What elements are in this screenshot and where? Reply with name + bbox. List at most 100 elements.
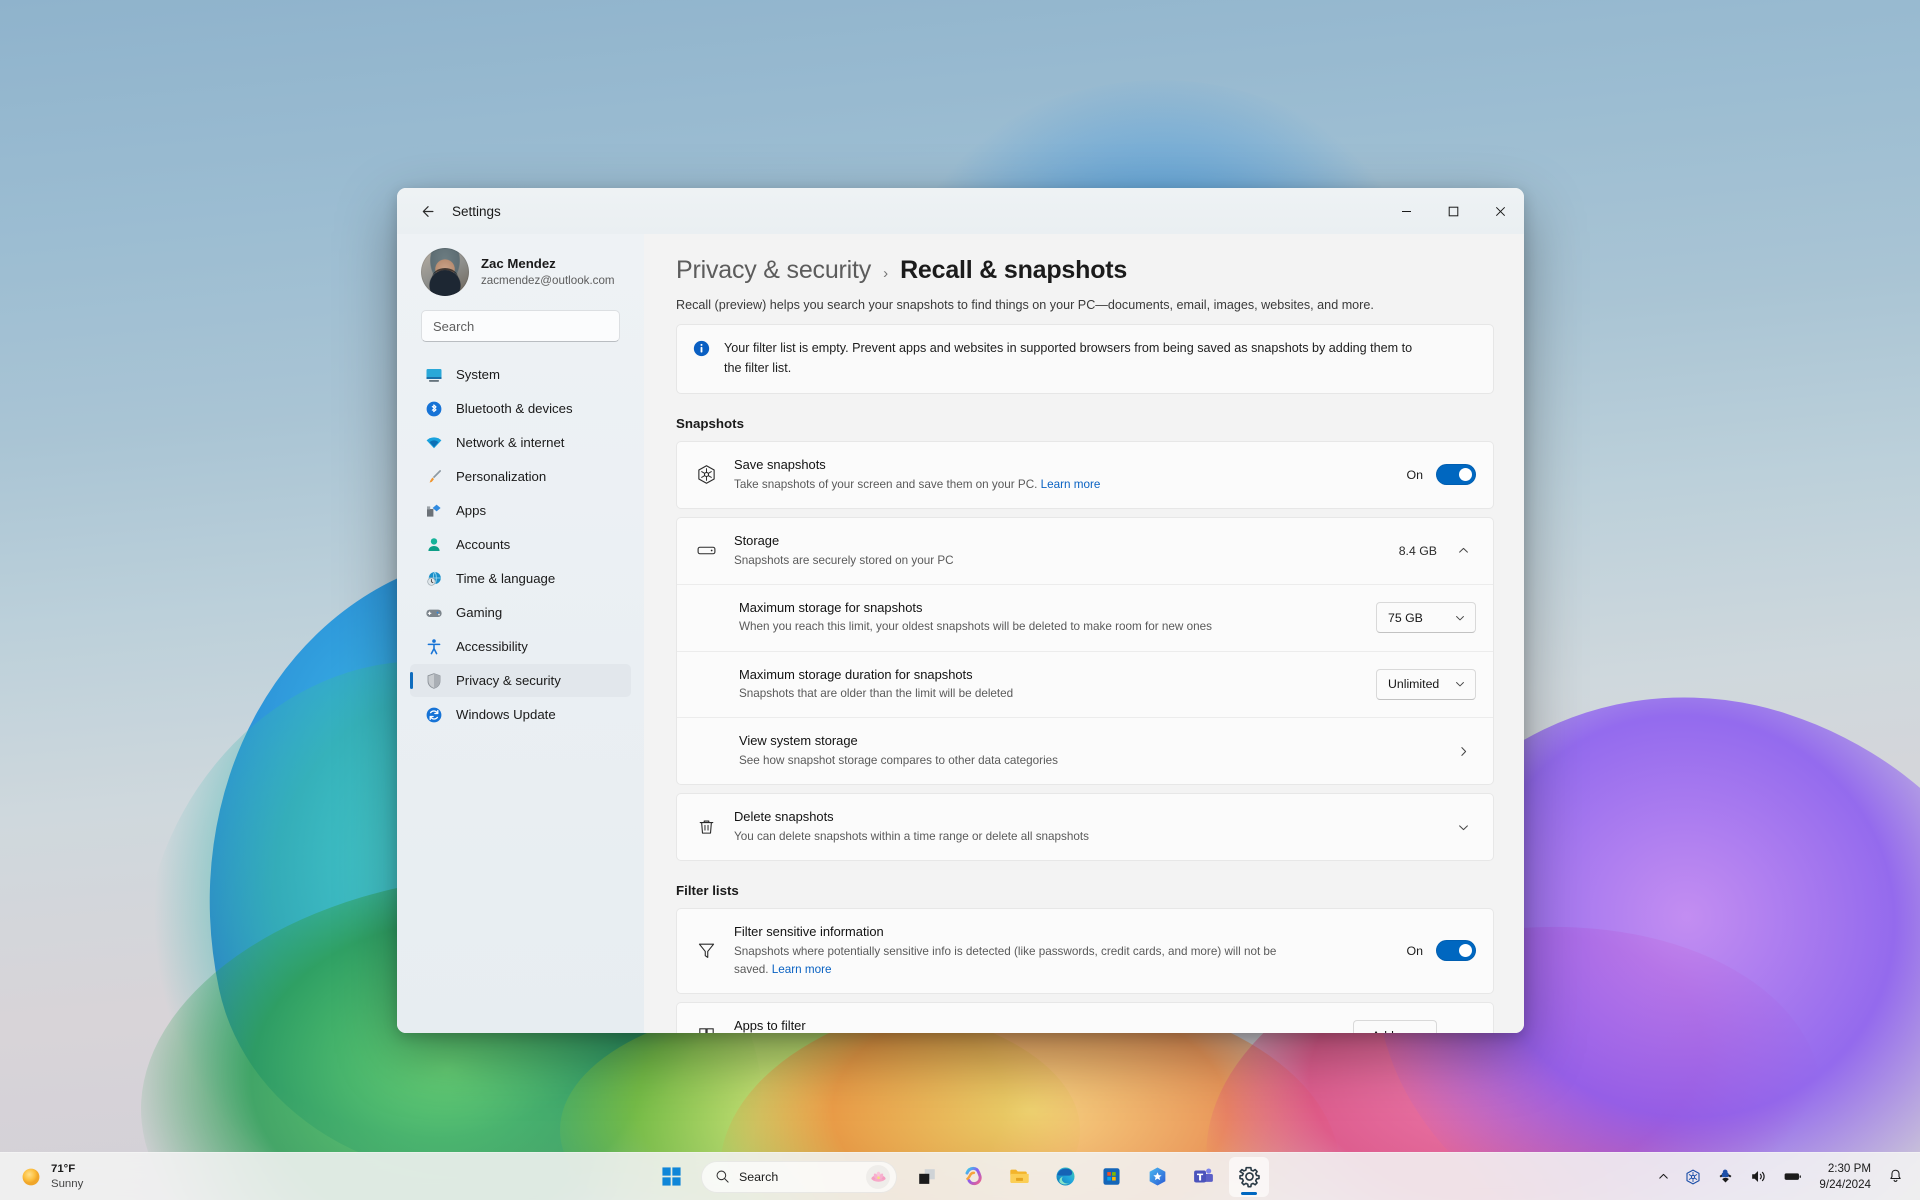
recall-button[interactable] [1137,1157,1177,1197]
save-snapshots-text: Save snapshots Take snapshots of your sc… [734,456,1390,494]
start-button[interactable] [651,1157,691,1197]
task-view-button[interactable] [907,1157,947,1197]
sidebar-item-label: Privacy & security [456,673,561,688]
apps-to-filter-card: Apps to filter Add or remove apps to fil… [676,1001,1494,1033]
apps-to-filter-row: Apps to filter Add or remove apps to fil… [677,1003,1493,1033]
network-tray-button[interactable] [1710,1159,1741,1195]
sidebar-item-gaming[interactable]: Gaming [410,596,631,629]
account-card[interactable]: Zac Mendez zacmendez@outlook.com [410,234,631,304]
lotus-flower-icon[interactable] [866,1164,890,1189]
breadcrumb-parent[interactable]: Privacy & security [676,256,871,285]
clock-time: 2:30 PM [1827,1162,1871,1176]
filter-sensitive-toggle-label: On [1406,943,1423,958]
page-title: Recall & snapshots [900,256,1128,284]
minimize-icon [1402,210,1411,212]
app-grid-icon [694,1025,718,1033]
sidebar-item-accessibility[interactable]: Accessibility [410,630,631,663]
max-storage-subtitle: When you reach this limit, your oldest s… [739,620,1212,634]
save-snapshots-row: Save snapshots Take snapshots of your sc… [677,442,1493,508]
sidebar-item-label: Bluetooth & devices [456,401,573,416]
recall-icon [1149,1167,1165,1186]
chevron-up-icon [1659,1173,1669,1179]
view-system-storage-row[interactable]: View system storage See how snapshot sto… [677,717,1493,784]
sidebar-item-windows-update[interactable]: Windows Update [410,698,631,731]
sidebar-item-bluetooth-devices[interactable]: Bluetooth & devices [410,392,631,425]
save-snapshots-controls: On [1406,464,1476,486]
clock[interactable]: 2:30 PM 9/24/2024 [1811,1159,1879,1195]
minimize-button[interactable] [1383,188,1430,234]
sun-icon [22,1168,40,1185]
content-area: Privacy & security › Recall & snapshots … [644,234,1524,1033]
speaker-icon [1752,1170,1766,1183]
max-duration-select[interactable]: Unlimited [1376,668,1476,700]
max-storage-selected-value: 75 GB [1388,610,1423,625]
back-button[interactable] [409,194,443,228]
sidebar-item-time-language[interactable]: Time & language [410,562,631,595]
add-app-button[interactable]: Add app [1352,1020,1437,1033]
max-duration-subtitle: Snapshots that are older than the limit … [739,687,1014,701]
save-snapshots-learn-more-link[interactable]: Learn more [1041,478,1101,491]
close-button[interactable] [1477,188,1524,234]
apps-to-filter-title: Apps to filter [734,1017,806,1033]
filter-sensitive-toggle[interactable] [1436,940,1476,962]
battery-tray-button[interactable] [1776,1159,1809,1195]
settings-window: Settings Zac Mendez zacmendez@outlook.co… [397,188,1524,1033]
window-controls [1383,188,1524,234]
sidebar-item-privacy-security[interactable]: Privacy & security [410,664,631,697]
sidebar-item-apps[interactable]: Apps [410,494,631,527]
chevron-right-icon[interactable] [1450,738,1476,764]
notification-button[interactable] [1881,1159,1910,1195]
settings-button[interactable] [1229,1156,1269,1197]
file-explorer-button[interactable] [999,1157,1039,1197]
shield-icon [424,671,443,690]
trash-icon [694,817,718,838]
search-box[interactable] [421,310,620,342]
weather-widget[interactable]: 71°F Sunny [4,1157,95,1197]
funnel-icon [694,940,718,961]
microsoft-store-button[interactable] [1091,1157,1131,1197]
maximize-button[interactable] [1430,188,1477,234]
chevron-down-icon[interactable] [1450,1023,1476,1033]
storage-row[interactable]: Storage Snapshots are securely stored on… [677,518,1493,584]
account-text: Zac Mendez zacmendez@outlook.com [481,255,615,288]
max-duration-selected-value: Unlimited [1388,677,1440,692]
teams-button[interactable] [1183,1157,1223,1197]
filter-sensitive-subtitle: Snapshots where potentially sensitive in… [734,943,1294,979]
gamepad-icon [424,603,443,622]
harddrive-icon [694,540,718,561]
chevron-down-icon [1456,682,1464,687]
back-arrow-icon [422,205,433,217]
task-view-icon [919,1168,935,1184]
edge-button[interactable] [1045,1157,1085,1197]
recall-tray-button[interactable] [1678,1159,1708,1195]
volume-tray-button[interactable] [1743,1159,1774,1195]
sidebar-item-accounts[interactable]: Accounts [410,528,631,561]
wifi-icon [424,433,443,452]
copilot-button[interactable] [953,1157,993,1197]
save-snapshots-subtitle-text: Take snapshots of your screen and save t… [734,477,1038,491]
wifi-tray-icon [1719,1169,1732,1183]
taskbar-center: Search [651,1156,1269,1197]
close-icon [1495,206,1506,216]
filter-sensitive-card: Filter sensitive information Snapshots w… [676,908,1494,994]
view-system-storage-title: View system storage [739,733,858,749]
search-input[interactable] [433,318,609,334]
max-storage-select[interactable]: 75 GB [1376,602,1476,634]
sidebar-item-personalization[interactable]: Personalization [410,460,631,493]
tray-expand-button[interactable] [1651,1159,1676,1195]
account-name: Zac Mendez [481,256,556,272]
delete-snapshots-row[interactable]: Delete snapshots You can delete snapshot… [677,794,1493,860]
weather-text: 71°F Sunny [51,1162,83,1191]
sidebar-item-system[interactable]: System [410,358,631,391]
chevron-down-icon[interactable] [1450,814,1476,840]
taskbar-search-box[interactable]: Search [701,1160,897,1193]
desktop: Settings Zac Mendez zacmendez@outlook.co… [0,0,1920,1200]
update-icon [424,705,443,724]
storage-text: Storage Snapshots are securely stored on… [734,532,1383,570]
weather-temperature: 71°F [51,1163,76,1176]
sidebar-item-network-internet[interactable]: Network & internet [410,426,631,459]
save-snapshots-toggle[interactable] [1436,464,1476,486]
title-bar: Settings [397,188,1524,234]
chevron-up-icon[interactable] [1450,538,1476,564]
filter-sensitive-learn-more-link[interactable]: Learn more [772,963,832,976]
